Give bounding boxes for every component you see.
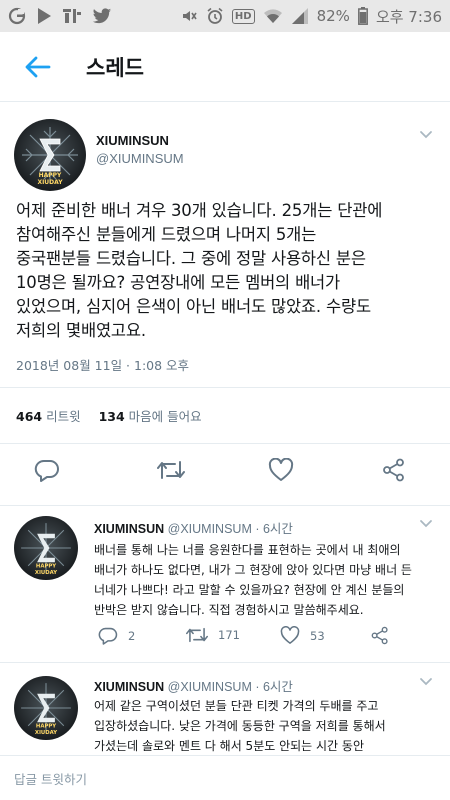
svg-text:XIUDAY: XIUDAY: [37, 179, 63, 186]
avatar[interactable]: HAPPY XIUDAY: [14, 516, 78, 580]
reply-author-name[interactable]: XIUMINSUN: [94, 680, 164, 694]
reply-text: 어제 같은 구역이셨던 분들 단관 티켓 가격의 두배를 주고 입장하셨습니다.…: [94, 696, 440, 756]
like-count: 53: [310, 628, 325, 643]
tweet-timestamp: 2018년 08월 11일 · 1:08 오후: [16, 358, 190, 373]
reply-line: 입장하셨습니다. 낮은 가격에 동등한 구역을 저희를 통해서: [94, 719, 386, 733]
retweet-button[interactable]: [154, 453, 188, 487]
retweet-stat[interactable]: 464 리트윗: [16, 406, 81, 425]
twitter-icon: [92, 7, 112, 25]
reply-line: 배너가 하나도 없다면, 내가 그 현장에 앉아 있다면 마냥 배너 든: [94, 563, 412, 577]
heart-icon: [268, 458, 294, 481]
reply-header: XIUMINSUN @XIUMINSUM · 6시간: [94, 518, 293, 537]
divider: [0, 443, 450, 444]
like-count: 134: [98, 409, 125, 424]
svg-text:XIUDAY: XIUDAY: [35, 570, 57, 576]
retweet-button[interactable]: 171: [186, 626, 240, 644]
reply-button[interactable]: 2: [98, 626, 135, 645]
reply-compose-placeholder[interactable]: 답글 트윗하기: [14, 769, 87, 788]
tweet-line: 있었으며, 심지어 은색이 아닌 배너도 많았죠. 수량도: [16, 297, 371, 316]
author-handle[interactable]: @XIUMINSUM: [96, 151, 184, 166]
tweet-stats: 464 리트윗 134 마음에 들어요: [16, 406, 202, 425]
svg-text:HAPPY: HAPPY: [36, 564, 56, 570]
battery-icon: [357, 7, 368, 25]
like-stat[interactable]: 134 마음에 들어요: [99, 406, 202, 425]
reply-line: 반박은 받지 않습니다. 직접 경험하시고 말씀해주세요.: [94, 603, 364, 617]
back-button[interactable]: [18, 47, 58, 87]
reply-tweet[interactable]: HAPPY XIUDAY XIUMINSUN @XIUMINSUM · 6시간 …: [0, 666, 450, 756]
share-icon: [371, 626, 388, 645]
tweet-line: 저희의 몇배였고요.: [16, 321, 146, 340]
like-button[interactable]: [264, 453, 298, 487]
wifi-icon: [263, 7, 283, 25]
page-title: 스레드: [86, 55, 144, 80]
chevron-down-icon[interactable]: [418, 516, 434, 532]
tweet-text: 어제 준비한 배너 겨우 30개 있습니다. 25개는 단관에 참여해주신 분들…: [16, 199, 440, 343]
reply-actions: 2 171 53: [94, 622, 434, 652]
g-app-icon: [8, 7, 26, 25]
retweet-count: 171: [218, 628, 240, 642]
chevron-down-icon[interactable]: [418, 674, 434, 690]
author-name[interactable]: XIUMINSUN: [96, 133, 169, 148]
reply-text: 배너를 통해 나는 너를 응원한다를 표현하는 곳에서 내 최애의 배너가 하나…: [94, 540, 440, 620]
mute-icon: [180, 7, 198, 25]
svg-text:HAPPY: HAPPY: [39, 172, 62, 179]
reply-line: 너네가 나쁘다! 라고 말할 수 있을까요? 현장에 안 계신 분들의: [94, 583, 405, 597]
reply-time: · 6시간: [255, 522, 293, 536]
tweet-line: 어제 준비한 배너 겨우 30개 있습니다. 25개는 단관에: [16, 201, 383, 220]
retweet-label: 리트윗: [46, 409, 81, 424]
status-bar: HD 82% 오후 7:36: [0, 0, 450, 32]
reply-line: 가셨는데 솔로와 멘트 다 해서 5분도 안되는 시간 동안: [94, 739, 364, 753]
divider: [0, 662, 450, 663]
play-icon: [36, 7, 52, 25]
avatar[interactable]: HAPPY XIUDAY: [14, 119, 86, 191]
reply-count: 2: [128, 628, 136, 643]
heart-icon: [280, 626, 300, 644]
status-time: 오후 7:36: [375, 7, 442, 26]
back-arrow-icon: [25, 56, 51, 77]
tweet-line: 중국팬분들 드렸습니다. 그 중에 정말 사용하신 분은: [16, 249, 366, 268]
like-label: 마음에 들어요: [128, 409, 202, 424]
reply-line: 배너를 통해 나는 너를 응원한다를 표현하는 곳에서 내 최애의: [94, 543, 401, 557]
reply-author-name[interactable]: XIUMINSUN: [94, 522, 164, 536]
retweet-count: 464: [16, 409, 43, 424]
reply-author-handle[interactable]: @XIUMINSUM: [168, 680, 252, 694]
signal-icon: [291, 7, 309, 25]
app-header: 스레드: [0, 32, 450, 102]
reply-author-handle[interactable]: @XIUMINSUM: [168, 522, 252, 536]
reply-line: 어제 같은 구역이셨던 분들 단관 티켓 가격의 두배를 주고: [94, 699, 379, 713]
reply-tweet[interactable]: HAPPY XIUDAY XIUMINSUN @XIUMINSUM · 6시간 …: [0, 506, 450, 666]
main-tweet-actions: [0, 453, 450, 497]
share-button[interactable]: [370, 626, 390, 645]
tweet-line: 10명은 될까요? 공연장내에 모든 멤버의 배너가: [16, 273, 341, 292]
reply-icon: [98, 627, 118, 645]
avatar[interactable]: HAPPY XIUDAY: [14, 676, 78, 740]
tweet-line: 참여해주신 분들에게 드렸으며 나머지 5개는: [16, 225, 317, 244]
battery-percent: 82%: [316, 7, 350, 25]
divider: [0, 387, 450, 388]
svg-text:HAPPY: HAPPY: [36, 724, 56, 730]
reply-compose-bar[interactable]: 답글 트윗하기: [0, 755, 450, 800]
app-icon: [62, 7, 82, 25]
share-button[interactable]: [377, 453, 411, 487]
reply-header: XIUMINSUN @XIUMINSUM · 6시간: [94, 676, 293, 695]
retweet-icon: [157, 461, 185, 479]
alarm-icon: [206, 7, 224, 25]
chevron-down-icon[interactable]: [418, 127, 434, 143]
reply-time: · 6시간: [255, 680, 293, 694]
reply-button[interactable]: [30, 453, 64, 487]
hd-icon: HD: [231, 8, 255, 24]
reply-icon: [34, 459, 59, 482]
retweet-icon: [186, 627, 208, 643]
share-icon: [383, 458, 404, 482]
like-button[interactable]: 53: [280, 626, 325, 645]
svg-text:XIUDAY: XIUDAY: [35, 730, 57, 736]
